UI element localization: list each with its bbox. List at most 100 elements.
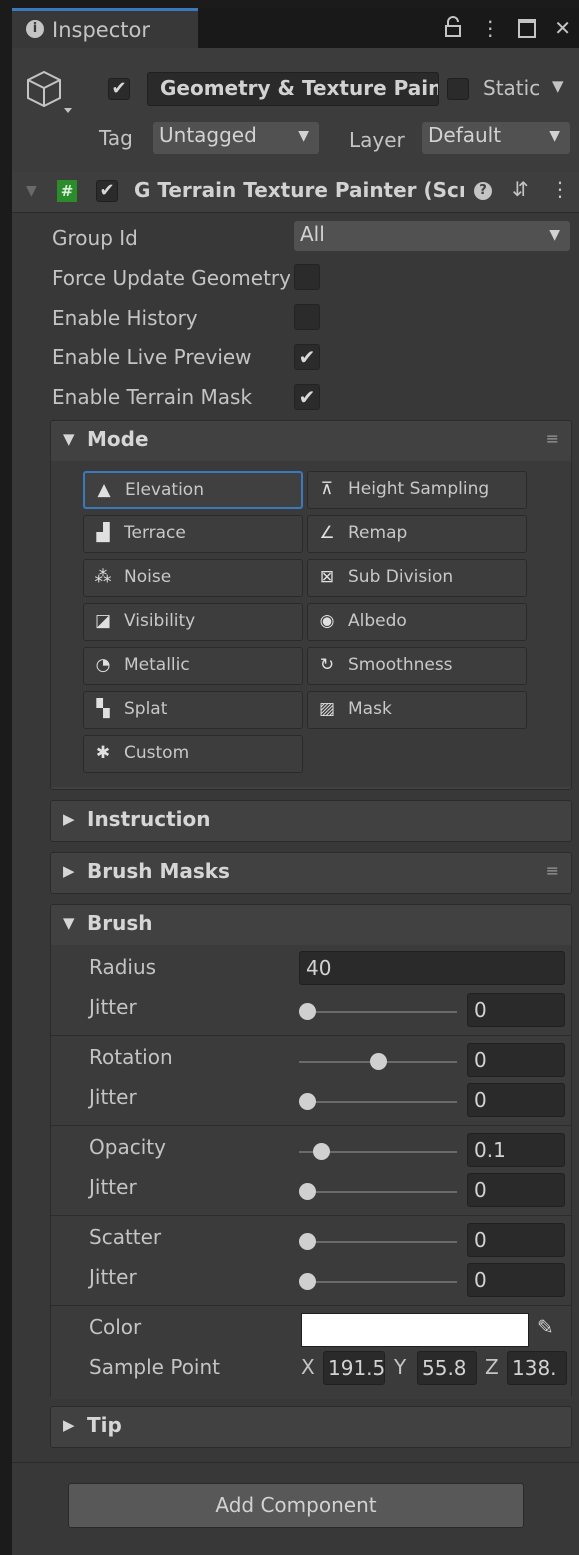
foldout-closed-icon: ▶ <box>63 1416 75 1434</box>
divider <box>51 1035 571 1036</box>
close-icon[interactable]: ✕ <box>554 16 571 43</box>
scatter-slider[interactable] <box>299 1233 457 1250</box>
mode-button-label: Sub Division <box>348 567 454 587</box>
tag-dropdown[interactable]: Untagged ▼ <box>153 122 319 154</box>
slider-knob[interactable] <box>299 1273 316 1290</box>
tip-section-header[interactable]: ▶ Tip <box>51 1407 571 1447</box>
mode-button-height-sampling[interactable]: ⊼ Height Sampling <box>307 471 527 509</box>
mode-button-smoothness[interactable]: ↻ Smoothness <box>307 647 527 685</box>
lock-icon[interactable] <box>444 16 462 43</box>
help-icon[interactable]: ? <box>474 182 492 200</box>
radius-field[interactable]: 40 <box>299 951 565 985</box>
mode-button-terrace[interactable]: ▟ Terrace <box>83 515 303 553</box>
rotation-jitter-slider[interactable] <box>299 1093 457 1110</box>
static-label: Static <box>483 76 541 100</box>
y-axis-label: Y <box>394 1355 407 1379</box>
mode-button-label: Metallic <box>124 655 190 675</box>
scatter-jitter-slider[interactable] <box>299 1273 457 1290</box>
mode-button-metallic[interactable]: ◔ Metallic <box>83 647 303 685</box>
slider-knob[interactable] <box>299 1003 316 1020</box>
component-enabled-checkbox[interactable]: ✔ <box>96 180 118 202</box>
mode-button-custom[interactable]: ✱ Custom <box>83 735 303 773</box>
force-update-geometry-checkbox[interactable] <box>294 264 320 290</box>
rotation-field[interactable]: 0 <box>467 1043 565 1077</box>
mode-button-label: Custom <box>124 743 190 763</box>
gear-icon: ✱ <box>95 743 111 763</box>
slider-knob[interactable] <box>299 1233 316 1250</box>
mode-button-elevation[interactable]: ▲ Elevation <box>83 471 303 509</box>
slider-knob[interactable] <box>299 1183 316 1200</box>
opacity-field[interactable]: 0.1 <box>467 1133 565 1167</box>
hamburger-menu-icon[interactable]: ≡ <box>546 861 559 880</box>
foldout-open-icon: ▼ <box>63 914 75 932</box>
fold-arrow-icon[interactable]: ▼ <box>26 183 37 199</box>
hamburger-menu-icon[interactable]: ≡ <box>546 429 559 448</box>
enable-terrain-mask-label: Enable Terrain Mask <box>52 385 253 409</box>
mode-button-sub-division[interactable]: ⊠ Sub Division <box>307 559 527 597</box>
scatter-field[interactable]: 0 <box>467 1223 565 1257</box>
enable-terrain-mask-checkbox[interactable]: ✔ <box>294 384 320 410</box>
metallic-icon: ◔ <box>95 655 111 675</box>
kebab-menu-icon[interactable]: ⋮ <box>480 16 500 43</box>
opacity-jitter-slider[interactable] <box>299 1183 457 1200</box>
static-checkbox[interactable] <box>447 78 469 100</box>
mode-button-label: Smoothness <box>348 655 453 675</box>
mode-button-label: Noise <box>124 567 172 587</box>
slider-knob[interactable] <box>313 1143 331 1160</box>
enable-live-preview-checkbox[interactable]: ✔ <box>294 344 320 370</box>
mode-button-label: Elevation <box>125 480 204 500</box>
enable-history-checkbox[interactable] <box>294 304 320 330</box>
foldout-closed-icon: ▶ <box>63 862 75 880</box>
color-swatch[interactable] <box>301 1313 529 1347</box>
sample-point-z-field[interactable]: 138. <box>507 1351 567 1385</box>
scatter-jitter-field[interactable]: 0 <box>467 1263 565 1297</box>
gameobject-name-field[interactable]: Geometry & Texture Painter <box>147 72 439 106</box>
layer-dropdown[interactable]: Default ▼ <box>422 122 570 154</box>
mode-button-splat[interactable]: ▚ Splat <box>83 691 303 729</box>
rotation-slider[interactable] <box>299 1053 457 1070</box>
brush-masks-section[interactable]: ▶ Brush Masks ≡ <box>50 852 572 894</box>
instruction-section[interactable]: ▶ Instruction <box>50 800 572 842</box>
tab-inspector[interactable]: i Inspector <box>12 8 198 48</box>
visibility-icon: ◪ <box>94 611 112 631</box>
mode-button-remap[interactable]: ∠ Remap <box>307 515 527 553</box>
opacity-jitter-field[interactable]: 0 <box>467 1173 565 1207</box>
sample-point-y-field[interactable]: 55.8 <box>417 1351 477 1385</box>
presets-icon[interactable]: ⇵ <box>512 177 529 201</box>
gameobject-cube-icon[interactable] <box>26 68 72 119</box>
mode-button-noise[interactable]: ⁂ Noise <box>83 559 303 597</box>
eyedropper-icon[interactable]: ✎ <box>537 1315 554 1339</box>
brush-section: ▼ Brush Radius 40 Jitter 0 Rotation 0 Ji… <box>50 904 572 1399</box>
brush-section-header[interactable]: ▼ Brush <box>51 905 571 945</box>
chevron-down-icon: ▼ <box>549 227 560 243</box>
mode-button-mask[interactable]: ▨ Mask <box>307 691 527 729</box>
smoothness-icon: ↻ <box>319 655 335 675</box>
static-dropdown-arrow-icon[interactable]: ▼ <box>552 77 564 95</box>
chevron-down-icon: ▼ <box>298 128 309 144</box>
component-header[interactable]: ▼ # ✔ G Terrain Texture Painter (Script)… <box>12 172 579 213</box>
add-component-button[interactable]: Add Component <box>68 1483 524 1528</box>
slider-knob[interactable] <box>299 1093 316 1110</box>
opacity-slider[interactable] <box>299 1143 457 1160</box>
radius-label: Radius <box>89 955 157 979</box>
group-id-dropdown[interactable]: All ▼ <box>294 221 570 251</box>
tip-title: Tip <box>87 1413 122 1437</box>
gameobject-active-checkbox[interactable]: ✔ <box>108 78 130 100</box>
mode-button-visibility[interactable]: ◪ Visibility <box>83 603 303 641</box>
maximize-icon[interactable] <box>518 19 537 38</box>
sample-point-x-field[interactable]: 191.5 <box>323 1351 385 1385</box>
gameobject-header: ✔ Geometry & Texture Painter Static ▼ Ta… <box>12 48 579 173</box>
mode-button-albedo[interactable]: ◉ Albedo <box>307 603 527 641</box>
brush-masks-section-header[interactable]: ▶ Brush Masks ≡ <box>51 853 571 893</box>
script-icon: # <box>57 180 77 202</box>
slider-knob[interactable] <box>369 1053 387 1070</box>
mode-section-header[interactable]: ▼ Mode ≡ <box>51 421 571 461</box>
rotation-jitter-field[interactable]: 0 <box>467 1083 565 1117</box>
component-menu-icon[interactable]: ⋮ <box>550 177 570 201</box>
tip-section[interactable]: ▶ Tip <box>50 1406 572 1448</box>
radius-jitter-field[interactable]: 0 <box>467 993 565 1027</box>
radius-jitter-slider[interactable] <box>299 1003 457 1020</box>
tab-title: Inspector <box>52 18 150 42</box>
mode-button-label: Mask <box>348 699 392 719</box>
instruction-section-header[interactable]: ▶ Instruction <box>51 801 571 841</box>
